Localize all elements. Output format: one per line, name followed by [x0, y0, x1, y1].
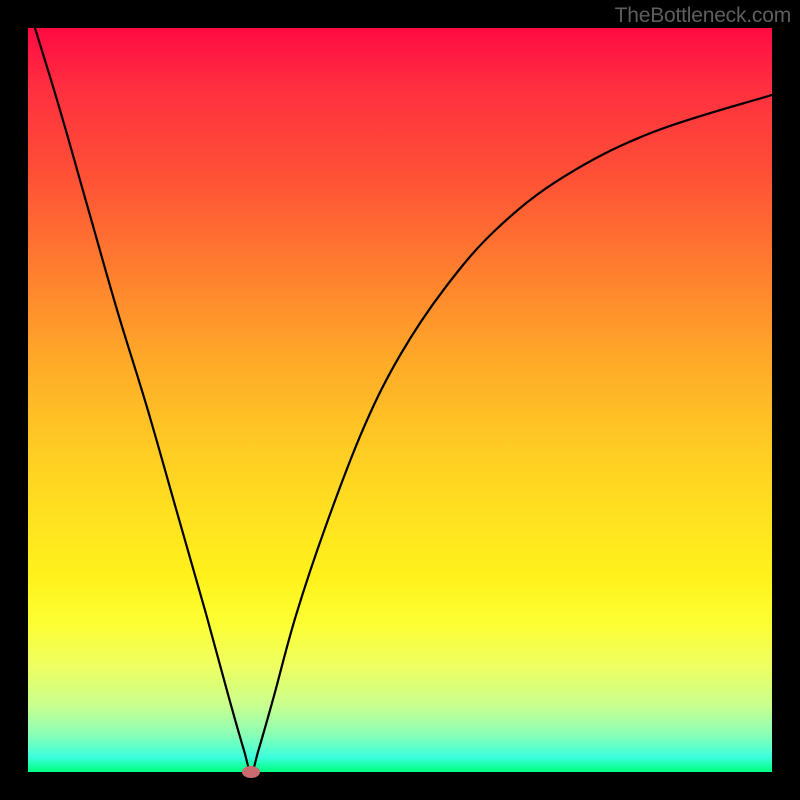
watermark-text: TheBottleneck.com — [615, 4, 791, 28]
bottleneck-curve — [28, 28, 772, 772]
plot-area — [28, 28, 772, 772]
curve-svg — [28, 28, 772, 772]
chart-container: TheBottleneck.com — [0, 0, 800, 800]
optimal-marker — [242, 766, 260, 778]
